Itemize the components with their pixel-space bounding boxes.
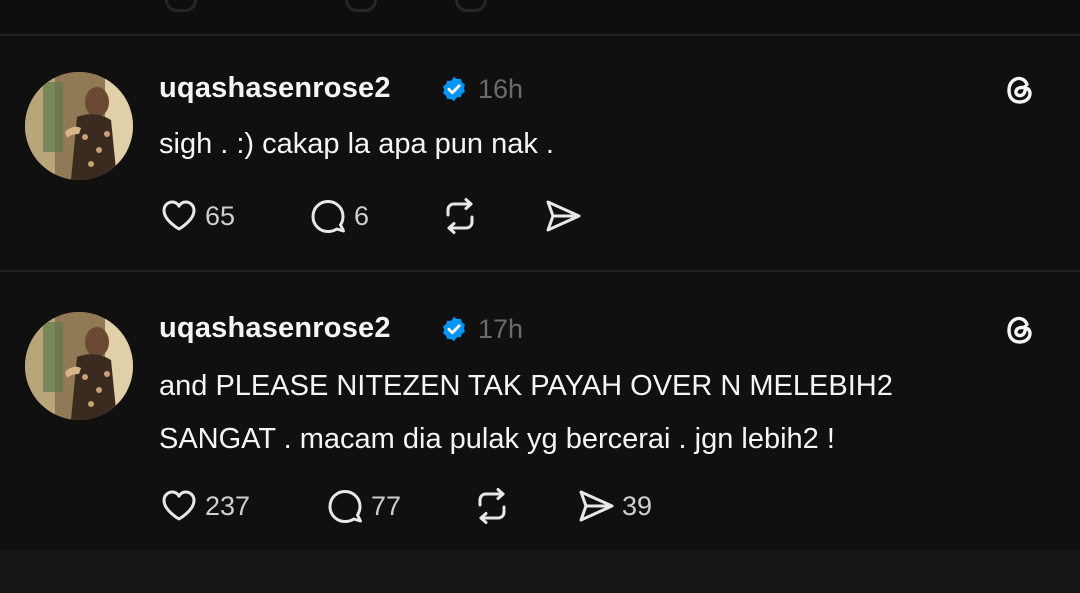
share-button[interactable] [543, 196, 583, 236]
avatar[interactable] [25, 72, 133, 180]
username[interactable]: uqashasenrose2 [159, 72, 391, 105]
repost-icon [478, 488, 506, 524]
like-count: 237 [205, 490, 251, 521]
share-count: 39 [622, 490, 653, 521]
comment-icon [311, 200, 345, 233]
like-count: 65 [205, 200, 236, 231]
reply-button[interactable]: 77 [325, 486, 401, 526]
send-icon [546, 200, 581, 232]
reply-count: 77 [371, 490, 402, 521]
share-button[interactable]: 39 [576, 486, 652, 526]
post-text-line: and PLEASE NITEZEN TAK PAYAH OVER N MELE… [159, 370, 893, 402]
verified-badge-icon [443, 316, 465, 342]
reply-count: 6 [354, 200, 370, 231]
post-time: 17h [478, 314, 524, 344]
heart-icon [162, 200, 196, 231]
comment-icon [328, 490, 362, 523]
avatar-photo [25, 72, 133, 180]
avatar[interactable] [25, 312, 133, 420]
divider [0, 34, 1080, 36]
previous-post-action-bar [0, 0, 1080, 30]
repost-button[interactable] [440, 196, 480, 236]
username[interactable]: uqashasenrose2 [159, 312, 391, 345]
divider [0, 270, 1080, 272]
previous-reply-icon[interactable] [345, 0, 377, 12]
reply-button[interactable]: 6 [308, 196, 369, 236]
next-post-edge [0, 550, 1080, 593]
heart-icon [162, 490, 196, 521]
threads-logo-icon[interactable] [1000, 310, 1040, 350]
post-time: 16h [478, 74, 524, 104]
verified-badge-icon [443, 76, 465, 102]
post-text-line: sigh . :) cakap la apa pun nak . [159, 128, 554, 160]
post-text-line: SANGAT . macam dia pulak yg bercerai . j… [159, 423, 835, 455]
send-icon [579, 490, 614, 522]
repost-icon [446, 198, 474, 234]
threads-feed: uqashasenrose2 16h sigh . :) cakap la ap… [0, 0, 1080, 593]
like-button[interactable]: 65 [159, 196, 235, 236]
previous-like-icon[interactable] [165, 0, 197, 12]
repost-button[interactable] [472, 486, 512, 526]
previous-repost-icon[interactable] [455, 0, 487, 12]
like-button[interactable]: 237 [159, 486, 250, 526]
threads-logo-icon[interactable] [1000, 70, 1040, 110]
avatar-photo [25, 312, 133, 420]
